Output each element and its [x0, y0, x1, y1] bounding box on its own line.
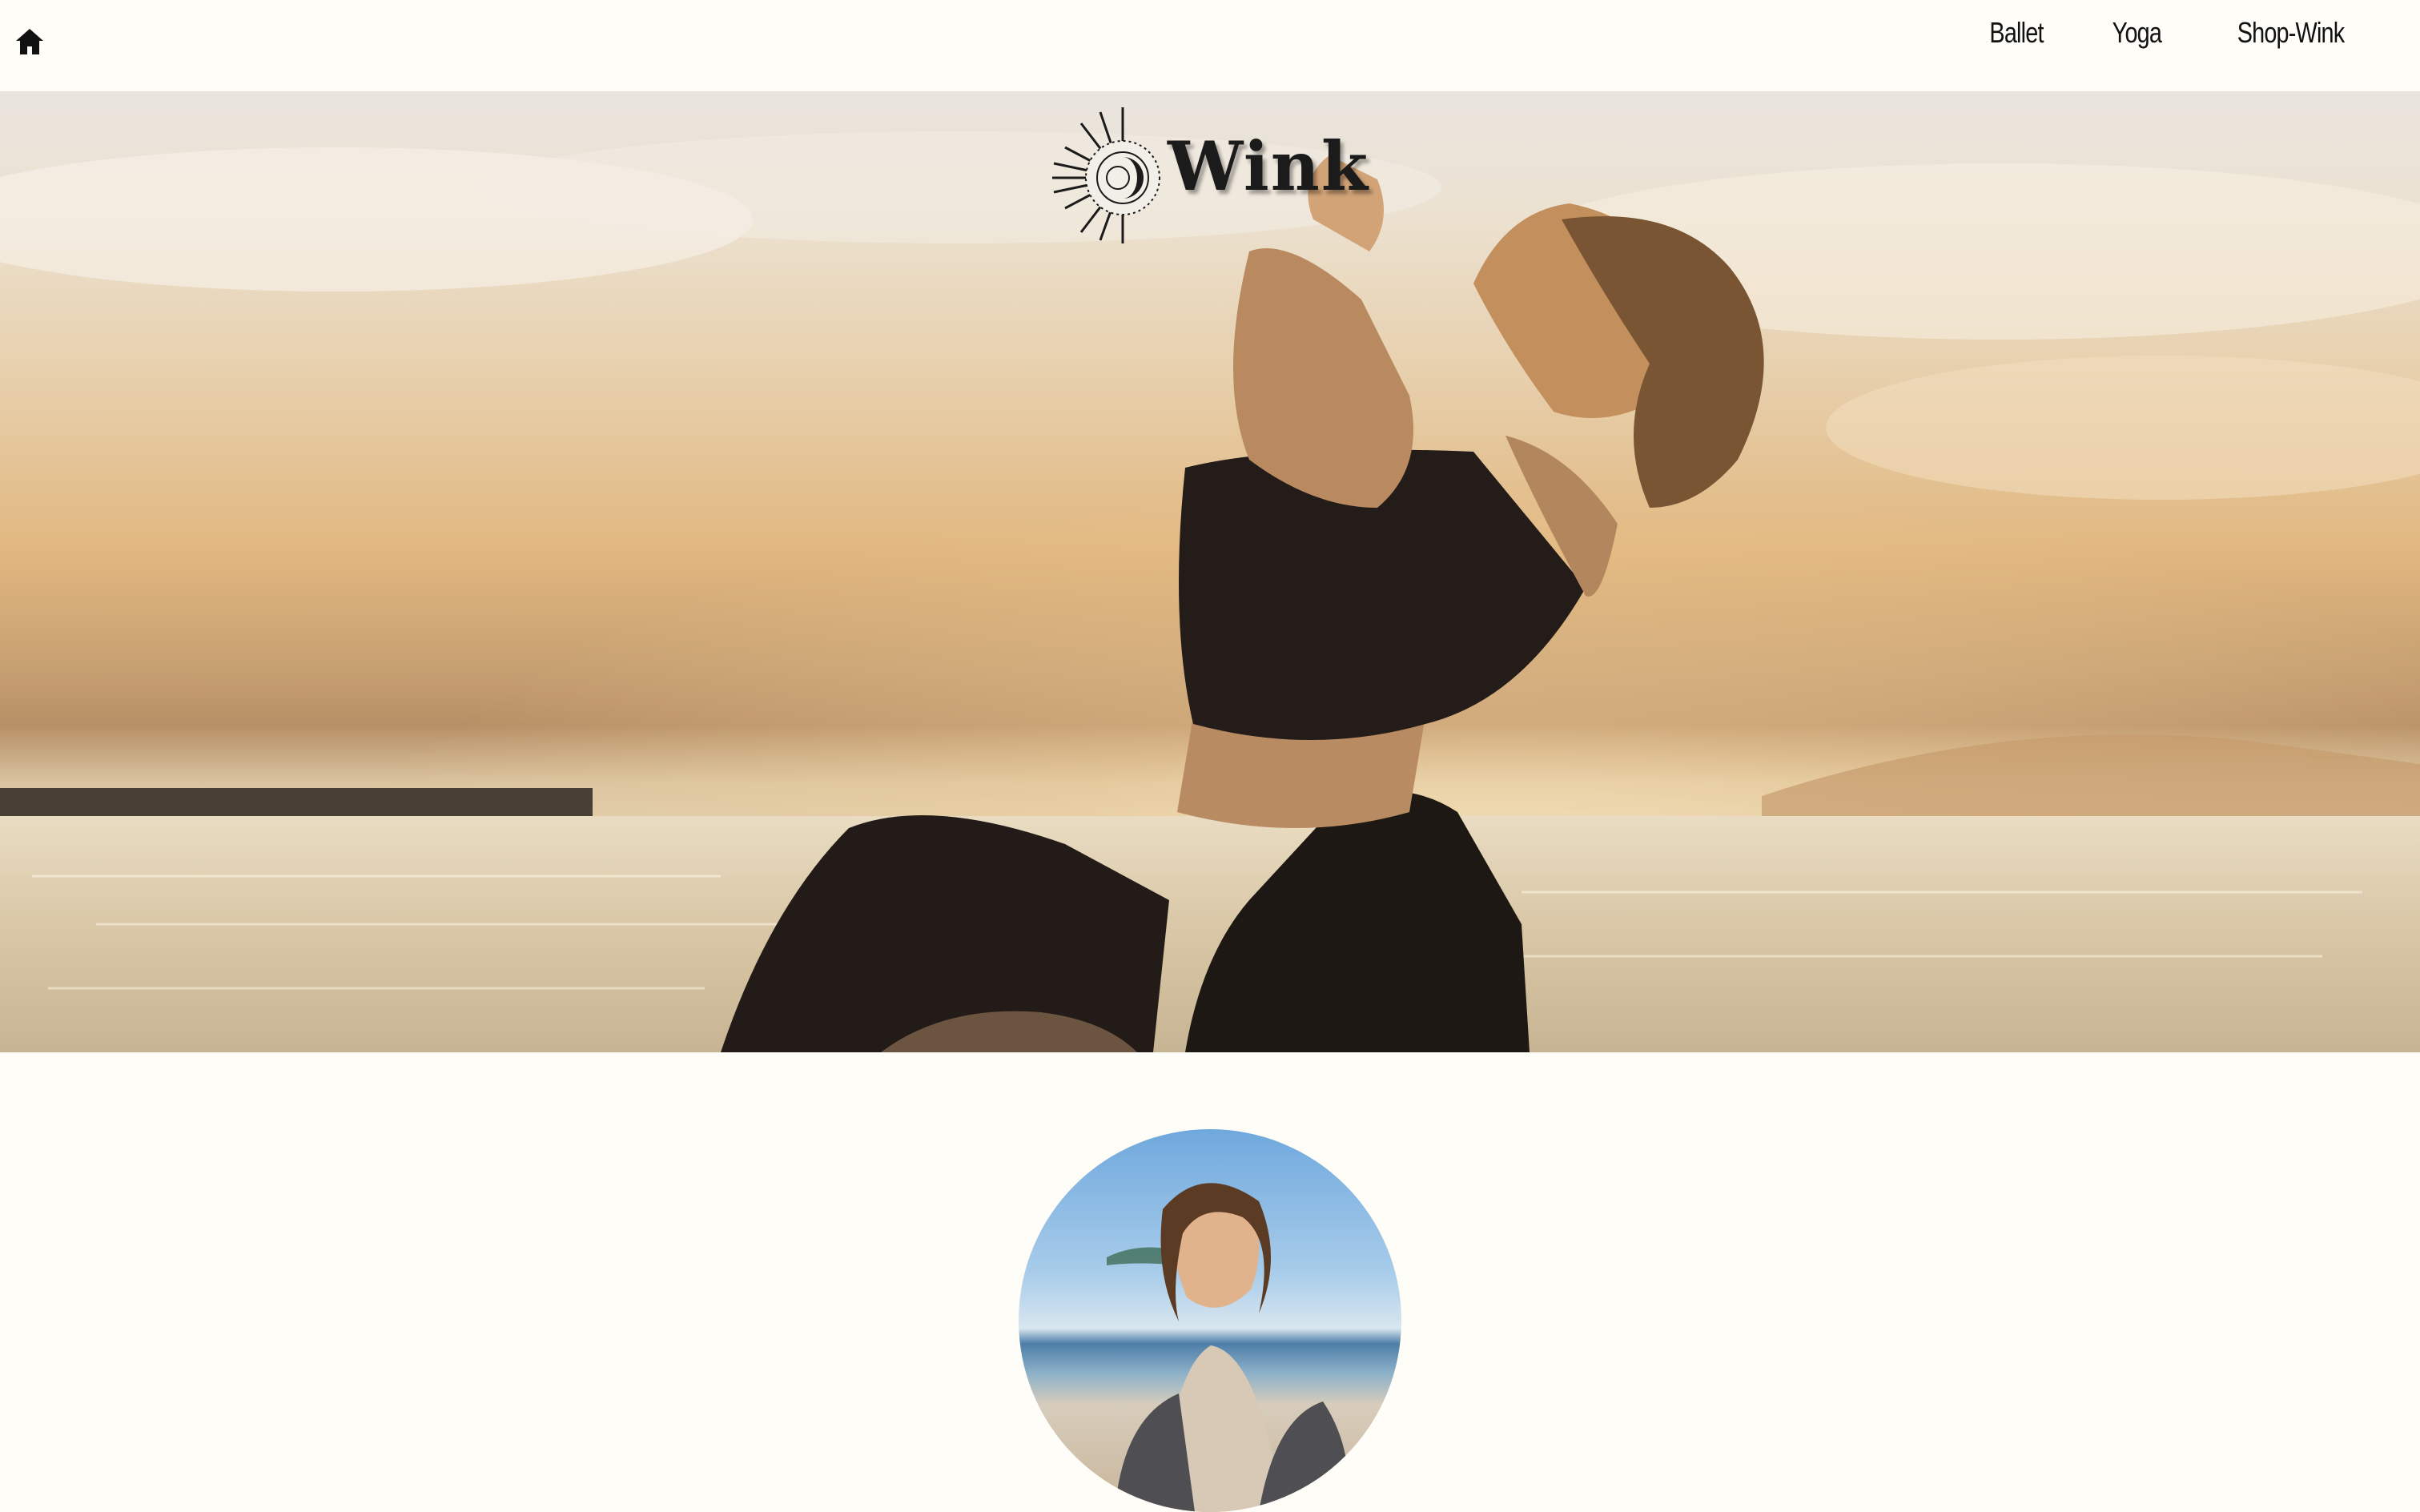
hero-banner: Wink	[0, 91, 2420, 1052]
nav-link-yoga[interactable]: Yoga	[2112, 11, 2162, 54]
avatar-photo	[1107, 1183, 1349, 1512]
logo-text: Wink	[1168, 127, 1370, 206]
main-nav: Ballet Yoga Shop-Wink	[1983, 11, 2358, 54]
home-icon[interactable]	[14, 27, 45, 56]
sun-moon-icon	[1052, 107, 1160, 243]
top-navigation-bar: Ballet Yoga Shop-Wink	[0, 0, 2420, 91]
nav-link-shop-wink[interactable]: Shop-Wink	[2237, 11, 2345, 54]
profile-avatar	[1019, 1129, 1401, 1512]
nav-link-ballet[interactable]: Ballet	[1990, 11, 2044, 54]
wink-logo[interactable]: Wink	[1049, 99, 1368, 251]
